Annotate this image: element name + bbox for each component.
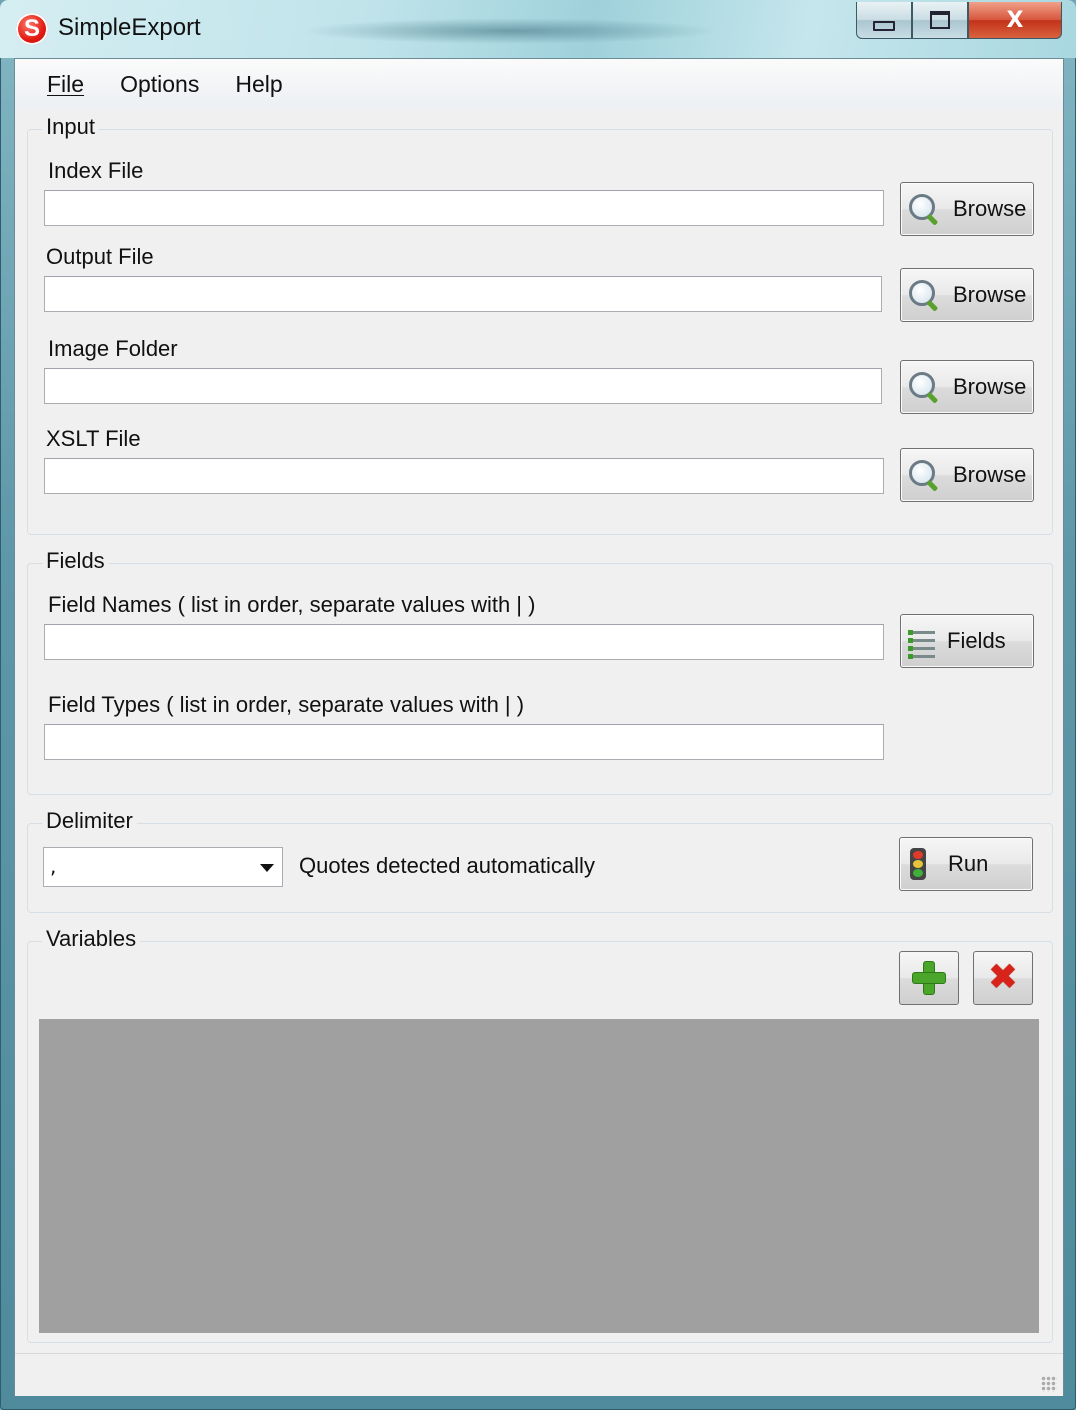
delimiter-select[interactable]: , <box>43 847 283 887</box>
list-icon <box>907 624 941 659</box>
x-icon: ✖ <box>987 957 1019 998</box>
magnifier-icon <box>907 458 941 492</box>
resize-grip-icon[interactable] <box>1041 1376 1057 1392</box>
menu-file-label: File <box>47 70 85 97</box>
input-group-legend: Input <box>42 114 99 140</box>
output-file-browse-button[interactable]: Browse <box>900 268 1034 322</box>
remove-variable-button[interactable]: ✖ <box>973 951 1033 1005</box>
app-logo-icon: S <box>16 13 48 45</box>
field-names-label: Field Names ( list in order, separate va… <box>48 592 536 617</box>
fields-button[interactable]: Fields <box>900 614 1034 668</box>
input-group: Input Index File Browse Output File Brow… <box>27 114 1053 535</box>
field-types-label: Field Types ( list in order, separate va… <box>48 692 525 717</box>
field-names-input[interactable] <box>44 624 884 660</box>
output-file-label: Output File <box>46 244 154 269</box>
menu-help[interactable]: Help <box>235 71 282 98</box>
window-title: SimpleExport <box>58 14 201 41</box>
maximize-button[interactable] <box>912 2 968 39</box>
minimize-button[interactable] <box>856 2 912 39</box>
close-button[interactable]: X <box>968 2 1062 39</box>
client-area: File Options Help Input Index File Brows… <box>14 58 1064 1396</box>
xslt-file-browse-button[interactable]: Browse <box>900 448 1034 502</box>
browse-button-label: Browse <box>953 374 1027 399</box>
image-folder-browse-button[interactable]: Browse <box>900 360 1034 414</box>
status-bar <box>15 1353 1063 1396</box>
magnifier-icon <box>907 278 941 312</box>
delimiter-group-legend: Delimiter <box>42 808 137 834</box>
title-bar[interactable]: S SimpleExport X <box>0 0 1076 58</box>
chevron-down-icon <box>260 864 274 872</box>
add-variable-button[interactable] <box>899 951 959 1005</box>
delimiter-selected-value: , <box>50 854 57 878</box>
close-icon: X <box>1006 7 1024 33</box>
variables-grid[interactable] <box>39 1019 1039 1333</box>
index-file-browse-button[interactable]: Browse <box>900 182 1034 236</box>
app-window: S SimpleExport X File Options Help Input… <box>0 0 1076 1410</box>
index-file-input[interactable] <box>44 190 884 226</box>
maximize-icon <box>930 11 950 29</box>
output-file-input[interactable] <box>44 276 882 312</box>
fields-button-label: Fields <box>947 628 1006 653</box>
fields-group-legend: Fields <box>42 548 109 574</box>
menu-bar: File Options Help <box>15 59 1063 109</box>
run-button-label: Run <box>948 851 989 876</box>
run-button[interactable]: Run <box>899 837 1033 891</box>
xslt-file-label: XSLT File <box>46 426 141 451</box>
image-folder-label: Image Folder <box>48 336 178 361</box>
index-file-label: Index File <box>48 158 144 183</box>
browse-button-label: Browse <box>953 196 1027 221</box>
xslt-file-input[interactable] <box>44 458 884 494</box>
magnifier-icon <box>907 370 941 404</box>
traffic-light-icon <box>910 848 926 880</box>
magnifier-icon <box>907 192 941 226</box>
menu-options[interactable]: Options <box>120 71 199 98</box>
plus-icon <box>913 962 945 994</box>
browse-button-label: Browse <box>953 462 1027 487</box>
menu-options-label: Options <box>120 70 200 97</box>
fields-group: Fields Field Names ( list in order, sepa… <box>27 548 1053 795</box>
menu-file[interactable]: File <box>47 71 84 98</box>
minimize-icon <box>873 21 895 31</box>
variables-group-legend: Variables <box>42 926 141 952</box>
browse-button-label: Browse <box>953 282 1027 307</box>
quotes-note: Quotes detected automatically <box>299 853 595 878</box>
menu-help-label: Help <box>235 70 283 97</box>
field-types-input[interactable] <box>44 724 884 760</box>
image-folder-input[interactable] <box>44 368 882 404</box>
window-controls: X <box>856 2 1062 40</box>
